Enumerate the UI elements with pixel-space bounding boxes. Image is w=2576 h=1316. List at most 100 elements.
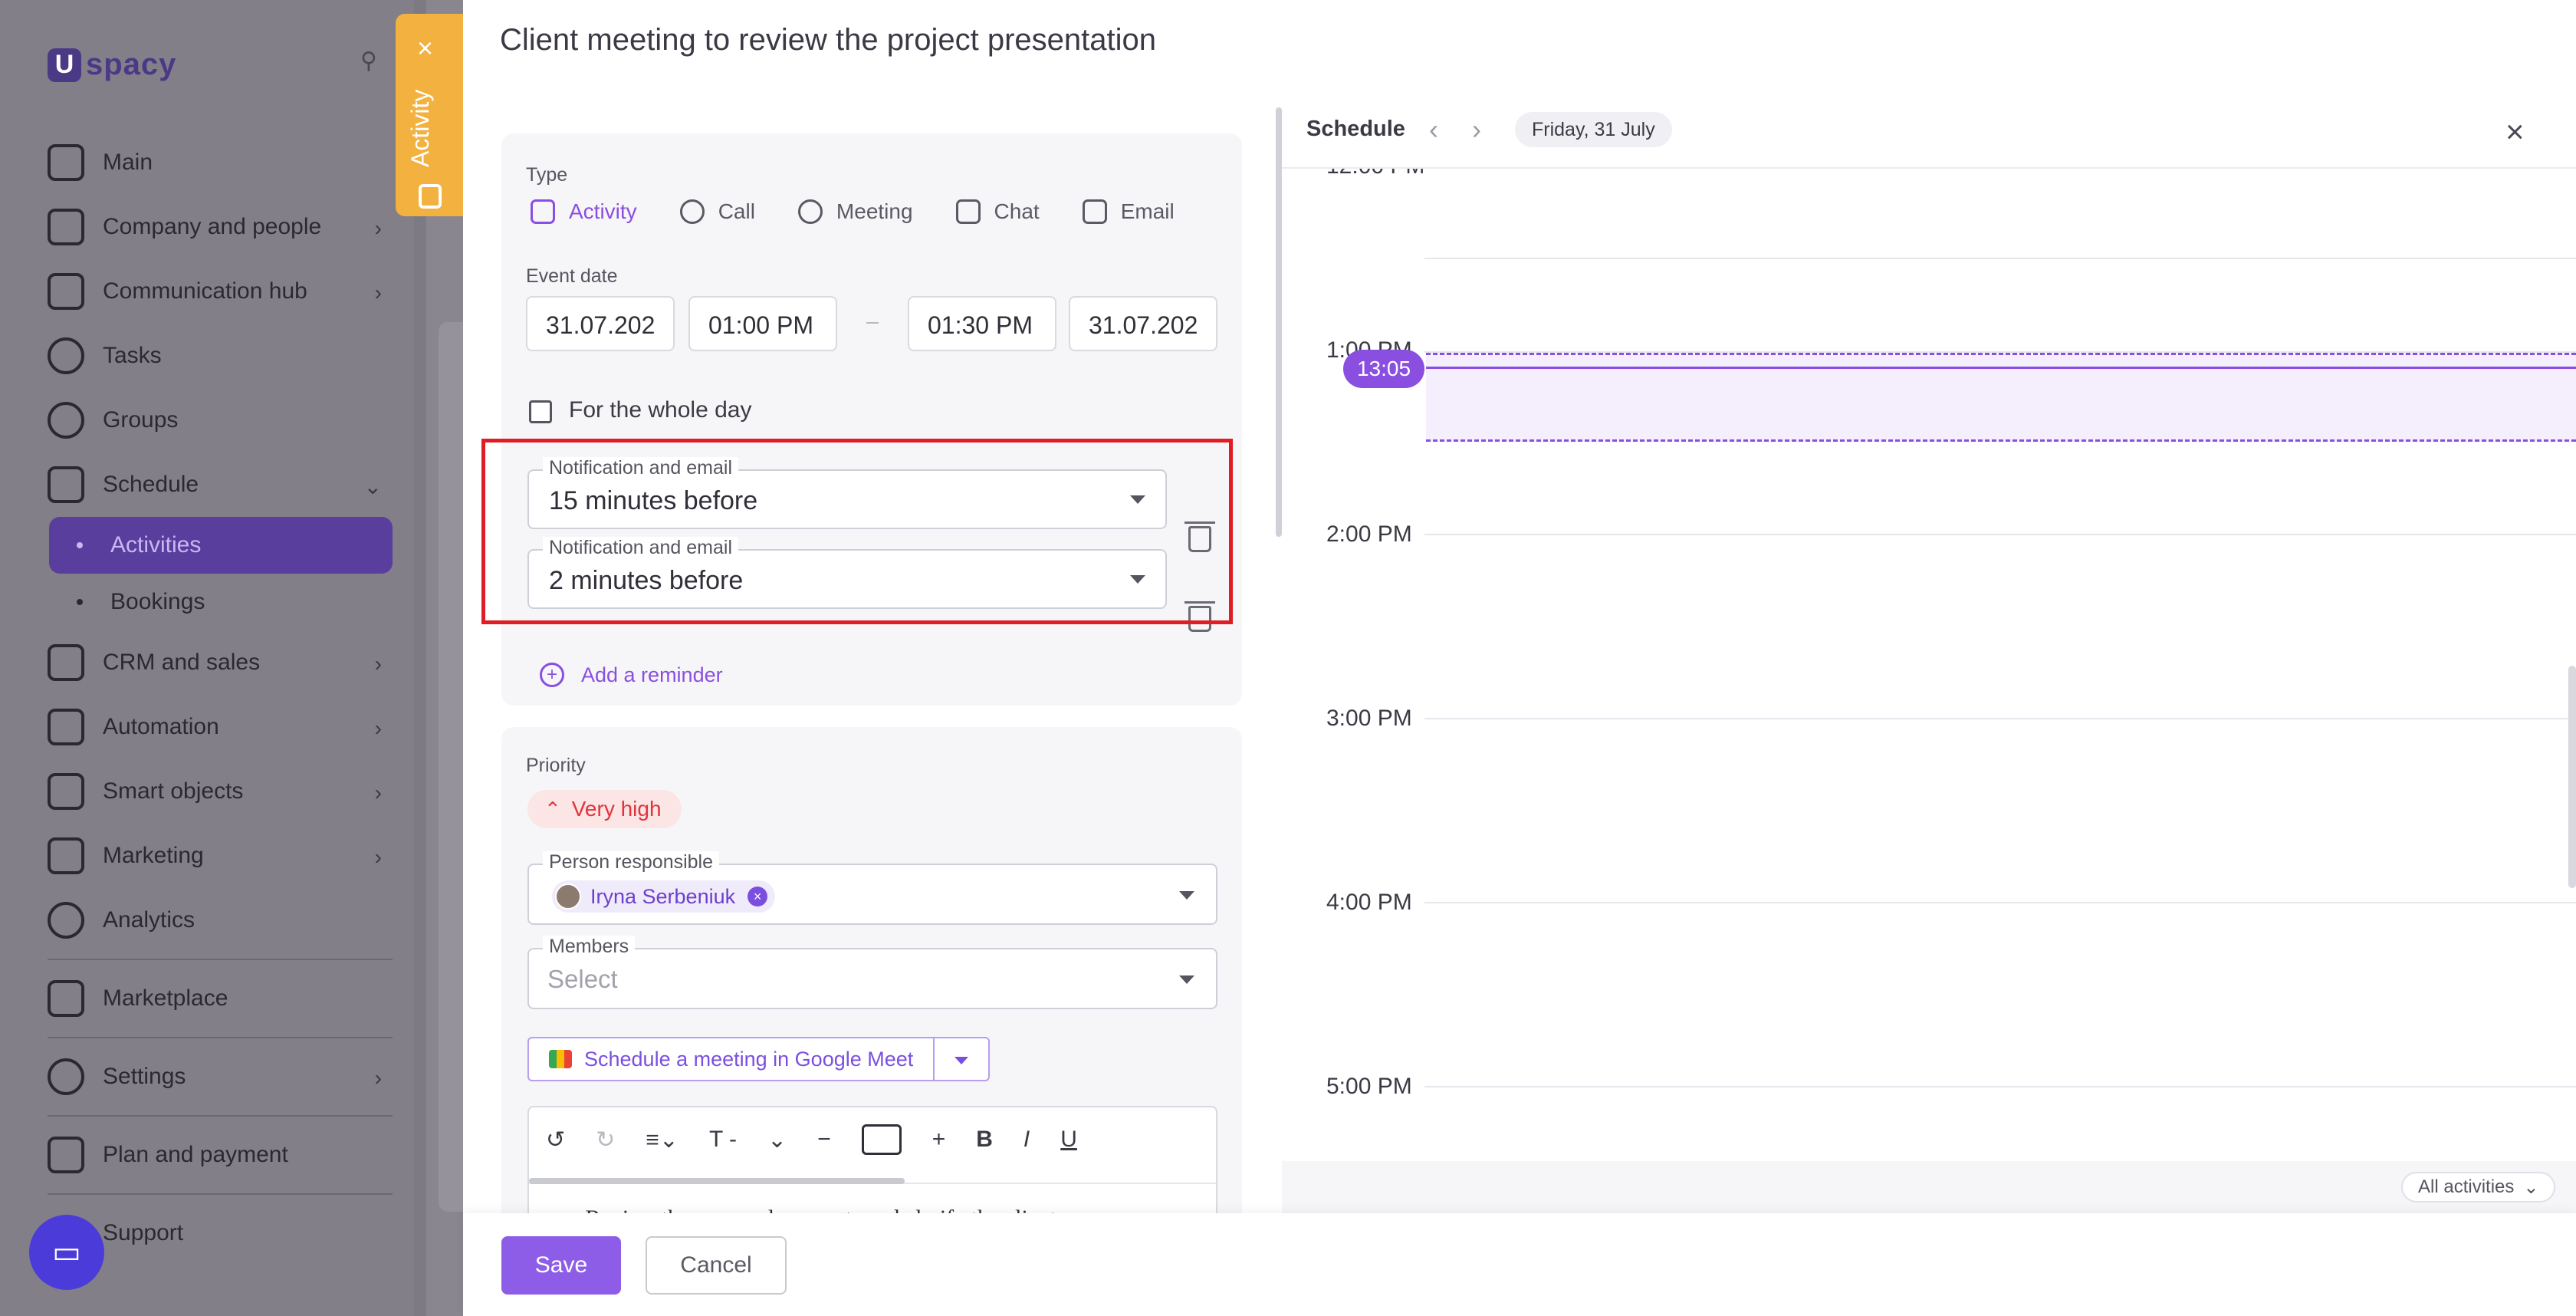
close-icon[interactable]: × [2505, 114, 2525, 150]
event-date-label: Event date [526, 265, 618, 287]
sidebar-item-label: Bookings [110, 589, 205, 614]
store-icon [48, 980, 84, 1017]
start-date-input[interactable]: 31.07.202 [526, 296, 675, 351]
priority-badge[interactable]: ⌃ Very high [527, 790, 682, 828]
cancel-button[interactable]: Cancel [646, 1236, 787, 1295]
sidebar-item-plan-and-payment[interactable]: Plan and payment [48, 1123, 393, 1187]
type-call-label: Call [718, 199, 755, 223]
people-icon [797, 199, 823, 224]
people-icon [48, 402, 84, 439]
bold-icon[interactable]: B [976, 1127, 993, 1153]
members-select[interactable]: Members Select [527, 936, 1217, 1009]
sidebar-subitem-bookings[interactable]: Bookings [49, 574, 393, 630]
sidebar-item-company-and-people[interactable]: Company and people › [48, 195, 393, 259]
underline-icon[interactable]: U [1060, 1127, 1077, 1153]
mail-icon [1082, 199, 1107, 224]
undo-icon[interactable]: ↺ [546, 1127, 565, 1153]
sidebar-item-label: Marketing [103, 843, 204, 868]
chevron-right-icon: › [374, 845, 382, 869]
italic-icon[interactable]: I [1024, 1127, 1030, 1153]
sidebar-item-smart-objects[interactable]: Smart objects › [48, 759, 393, 824]
person-responsible-legend: Person responsible [543, 851, 720, 873]
app-sidebar: U spacy ⚲ Main Company and people › Comm… [0, 0, 414, 1316]
all-activities-filter[interactable]: All activities ⌄ [2401, 1172, 2556, 1202]
schedule-scrollbar[interactable] [2568, 666, 2576, 888]
sidebar-item-label: Schedule [103, 472, 199, 497]
sidebar-item-label: Settings [103, 1064, 186, 1089]
minus-icon[interactable]: − [817, 1127, 831, 1153]
end-time-input[interactable]: 01:30 PM [908, 296, 1056, 351]
chat-support-button[interactable]: ▭ [29, 1215, 104, 1290]
form-scrollbar[interactable] [1276, 107, 1282, 537]
sidebar-item-settings[interactable]: Settings › [48, 1045, 393, 1109]
plus-icon[interactable]: + [932, 1127, 946, 1153]
sidebar-item-marketplace[interactable]: Marketplace [48, 966, 393, 1031]
add-reminder-label: Add a reminder [581, 663, 723, 686]
person-chip[interactable]: Iryna Serbeniuk × [552, 880, 776, 913]
pin-icon[interactable]: ⚲ [360, 48, 388, 75]
chevron-left-icon[interactable]: ‹ [1429, 114, 1438, 146]
logo[interactable]: U spacy [48, 48, 176, 82]
type-chat[interactable]: Chat [955, 199, 1040, 224]
sidebar-item-automation[interactable]: Automation › [48, 695, 393, 759]
sidebar-item-main[interactable]: Main [48, 130, 393, 195]
caret-down-icon [1179, 975, 1194, 984]
current-time-line [1426, 367, 2576, 369]
align-icon[interactable]: ≡⌄ [646, 1127, 678, 1153]
divider [48, 1115, 393, 1117]
type-chat-label: Chat [994, 199, 1040, 223]
sidebar-subitem-activities[interactable]: Activities [49, 517, 393, 574]
remove-icon[interactable]: × [748, 887, 768, 906]
calendar-check-icon [531, 199, 555, 224]
sidebar-item-groups[interactable]: Groups [48, 388, 393, 452]
chevron-right-icon: › [374, 716, 382, 740]
date-chip[interactable]: Friday, 31 July [1515, 112, 1672, 147]
person-responsible-select[interactable]: Person responsible Iryna Serbeniuk × [527, 851, 1217, 925]
add-reminder-button[interactable]: + Add a reminder [540, 663, 723, 687]
type-call[interactable]: Call [679, 199, 755, 224]
filter-label: All activities [2418, 1176, 2515, 1197]
google-meet-label: Schedule a meeting in Google Meet [584, 1047, 914, 1071]
check-circle-icon [48, 337, 84, 374]
schedule-title: Schedule [1306, 117, 1405, 141]
start-time-input[interactable]: 01:00 PM [688, 296, 837, 351]
chevron-right-icon: › [374, 281, 382, 304]
close-icon[interactable]: × [417, 32, 433, 64]
page-title[interactable]: Client meeting to review the project pre… [500, 23, 1156, 58]
font-size-icon[interactable]: T - [709, 1127, 737, 1153]
sidebar-item-analytics[interactable]: Analytics [48, 888, 393, 952]
type-activity[interactable]: Activity [531, 199, 637, 224]
hour-label: 3:00 PM [1326, 706, 1412, 731]
type-meeting[interactable]: Meeting [797, 199, 913, 224]
bullet-icon [77, 542, 83, 548]
sidebar-item-schedule[interactable]: Schedule ⌄ [48, 452, 393, 517]
chat-icon [955, 199, 981, 224]
sidebar-item-marketing[interactable]: Marketing › [48, 824, 393, 888]
toolbar-scrollbar[interactable] [529, 1178, 905, 1184]
google-meet-dropdown[interactable] [935, 1037, 991, 1081]
whole-day-checkbox[interactable] [529, 400, 552, 423]
sidebar-item-label: Smart objects [103, 778, 244, 804]
whole-day-label: For the whole day [569, 397, 752, 423]
sidebar-item-communication-hub[interactable]: Communication hub › [48, 259, 393, 324]
chevron-right-icon: › [374, 781, 382, 804]
activity-side-tab[interactable]: × Activity [396, 14, 463, 216]
sidebar-item-tasks[interactable]: Tasks [48, 324, 393, 388]
members-legend: Members [543, 936, 636, 958]
google-meet-button[interactable]: Schedule a meeting in Google Meet [527, 1037, 935, 1081]
sidebar-item-label: Plan and payment [103, 1142, 288, 1167]
chevron-down-icon[interactable]: ⌄ [767, 1127, 787, 1153]
person-name: Iryna Serbeniuk [590, 884, 736, 908]
save-button[interactable]: Save [501, 1236, 621, 1295]
chat-bubble-icon: ▭ [52, 1235, 81, 1269]
chevron-right-icon[interactable]: › [1472, 114, 1481, 146]
type-email[interactable]: Email [1082, 199, 1175, 224]
current-time-badge: 13:05 [1343, 350, 1424, 388]
logo-mark: U [48, 48, 81, 82]
sidebar-item-crm-and-sales[interactable]: CRM and sales › [48, 630, 393, 695]
modal-header: Client meeting to review the project pre… [463, 0, 2576, 90]
sidebar-item-label: Tasks [103, 343, 162, 368]
font-size-box[interactable] [861, 1124, 902, 1155]
end-date-input[interactable]: 31.07.202 [1069, 296, 1217, 351]
redo-icon[interactable]: ↻ [596, 1127, 615, 1153]
